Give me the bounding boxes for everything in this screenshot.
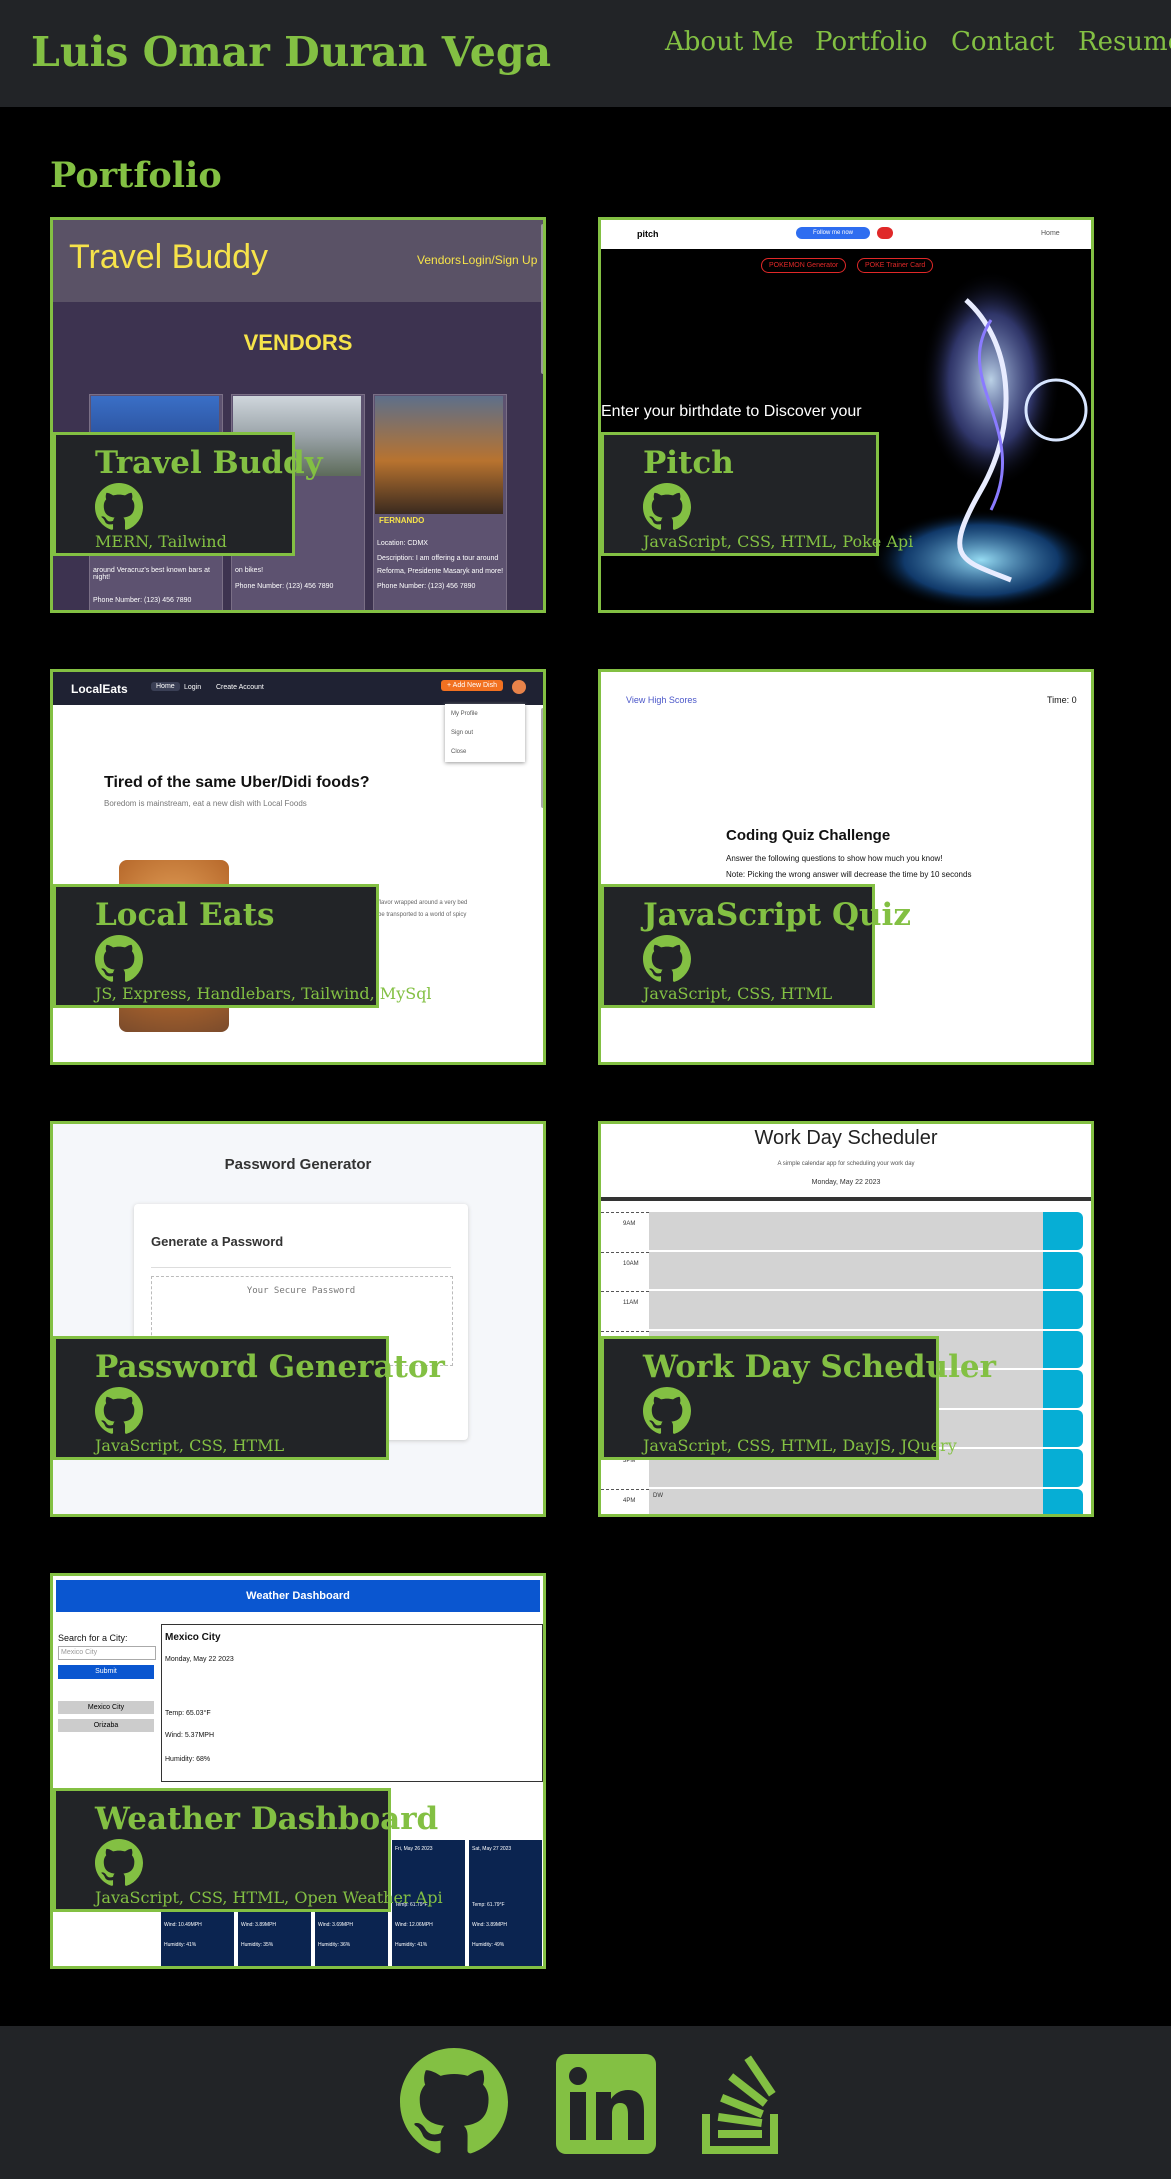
project-tech: JS, Express, Handlebars, Tailwind, MySql bbox=[95, 984, 432, 1003]
schedule-row: 11AM bbox=[601, 1291, 1091, 1329]
hour-textarea[interactable]: DW bbox=[649, 1488, 1043, 1514]
project-tech: JavaScript, CSS, HTML, DayJS, JQuery bbox=[643, 1436, 957, 1455]
project-title: Local Eats bbox=[95, 897, 275, 933]
github-icon[interactable] bbox=[400, 2048, 508, 2156]
project-card-javascript-quiz[interactable]: View High Scores Time: 0 Coding Quiz Cha… bbox=[598, 669, 1094, 1065]
project-title: JavaScript Quiz bbox=[643, 897, 911, 933]
project-title: Weather Dashboard bbox=[95, 1801, 439, 1837]
project-card-pitch[interactable]: pitch Follow me now Home POKEMON Generat… bbox=[598, 217, 1094, 613]
save-button[interactable] bbox=[1043, 1291, 1083, 1329]
project-overlay: Work Day Scheduler JavaScript, CSS, HTML… bbox=[601, 1336, 996, 1460]
project-overlay: Pitch JavaScript, CSS, HTML, Poke Api bbox=[601, 432, 914, 556]
github-icon[interactable] bbox=[95, 483, 143, 531]
forecast-wind: Wind: 10.49MPH bbox=[164, 1922, 202, 1928]
stackoverflow-icon[interactable] bbox=[700, 2054, 788, 2154]
github-icon[interactable] bbox=[643, 483, 691, 531]
project-card-password-generator[interactable]: Password Generator Generate a Password Y… bbox=[50, 1121, 546, 1517]
save-button[interactable] bbox=[1043, 1212, 1083, 1250]
forecast-temp: Temp: 61.79°F bbox=[472, 1902, 505, 1908]
hour-label: 10AM bbox=[601, 1251, 649, 1290]
forecast-wind: Wind: 3.69MPH bbox=[318, 1922, 354, 1928]
save-button[interactable] bbox=[1043, 1409, 1083, 1447]
project-title: Password Generator bbox=[95, 1349, 445, 1385]
forecast-wind: Wind: 12.06MPH bbox=[395, 1922, 433, 1928]
github-icon[interactable] bbox=[643, 935, 691, 983]
project-tech: JavaScript, CSS, HTML, Open Weather Api bbox=[95, 1888, 443, 1907]
github-icon[interactable] bbox=[95, 1387, 143, 1435]
hour-textarea[interactable] bbox=[649, 1291, 1043, 1329]
forecast-date: Sat, May 27 2023 bbox=[472, 1846, 512, 1852]
project-overlay: JavaScript Quiz JavaScript, CSS, HTML bbox=[601, 884, 911, 1008]
section-title: Portfolio bbox=[50, 155, 222, 196]
forecast-humidity: Humidity: 41% bbox=[164, 1942, 197, 1948]
save-button[interactable] bbox=[1043, 1330, 1083, 1368]
project-overlay: Weather Dashboard JavaScript, CSS, HTML,… bbox=[53, 1788, 443, 1912]
site-footer bbox=[0, 2026, 1171, 2179]
project-title: Travel Buddy bbox=[95, 445, 323, 481]
schedule-row: 10AM bbox=[601, 1251, 1091, 1290]
github-icon[interactable] bbox=[95, 935, 143, 983]
forecast-humidity: Humidity: 36% bbox=[318, 1942, 351, 1948]
forecast-date: Fri, May 26 2023 bbox=[395, 1846, 433, 1852]
project-title: Work Day Scheduler bbox=[643, 1349, 996, 1385]
project-card-weather-dashboard[interactable]: Weather Dashboard Search for a City: Mex… bbox=[50, 1573, 546, 1969]
hour-textarea[interactable] bbox=[649, 1251, 1043, 1289]
hour-label: 9AM bbox=[601, 1212, 649, 1250]
project-card-travel-buddy[interactable]: Travel Buddy Vendors Login/Sign Up VENDO… bbox=[50, 217, 546, 613]
forecast-wind: Wind: 3.89MPH bbox=[241, 1922, 277, 1928]
linkedin-icon[interactable] bbox=[556, 2054, 656, 2154]
site-title[interactable]: Luis Omar Duran Vega bbox=[31, 28, 551, 76]
github-icon[interactable] bbox=[643, 1387, 691, 1435]
project-tech: JavaScript, CSS, HTML bbox=[643, 984, 833, 1003]
nav-about-me[interactable]: About Me bbox=[665, 27, 794, 57]
forecast-humidity: Humidity: 35% bbox=[241, 1942, 274, 1948]
save-button[interactable] bbox=[1043, 1488, 1083, 1514]
project-tech: JavaScript, CSS, HTML, Poke Api bbox=[643, 532, 914, 551]
project-overlay: Local Eats JS, Express, Handlebars, Tail… bbox=[53, 884, 432, 1008]
hour-label: 4PM bbox=[601, 1488, 649, 1515]
project-card-local-eats[interactable]: LocalEats Home Login Create Account + Ad… bbox=[50, 669, 546, 1065]
site-header: Luis Omar Duran Vega About Me Portfolio … bbox=[0, 0, 1171, 107]
project-tech: JavaScript, CSS, HTML bbox=[95, 1436, 285, 1455]
hour-textarea[interactable] bbox=[649, 1212, 1043, 1250]
project-tech: MERN, Tailwind bbox=[95, 532, 227, 551]
save-button[interactable] bbox=[1043, 1449, 1083, 1487]
save-button[interactable] bbox=[1043, 1251, 1083, 1289]
forecast-humidity: Humidity: 49% bbox=[472, 1942, 505, 1948]
nav-portfolio[interactable]: Portfolio bbox=[815, 27, 928, 57]
nav-resume[interactable]: Resume bbox=[1078, 27, 1171, 57]
forecast-wind: Wind: 3.89MPH bbox=[472, 1922, 508, 1928]
project-overlay: Travel Buddy MERN, Tailwind bbox=[53, 432, 323, 556]
project-card-work-day-scheduler[interactable]: Work Day Scheduler A simple calendar app… bbox=[598, 1121, 1094, 1517]
project-overlay: Password Generator JavaScript, CSS, HTML bbox=[53, 1336, 445, 1460]
github-icon[interactable] bbox=[95, 1839, 143, 1887]
schedule-row: 4PM DW bbox=[601, 1488, 1091, 1515]
nav-contact[interactable]: Contact bbox=[951, 27, 1054, 57]
forecast-humidity: Humidity: 41% bbox=[395, 1942, 428, 1948]
project-title: Pitch bbox=[643, 445, 734, 481]
save-button[interactable] bbox=[1043, 1370, 1083, 1408]
schedule-row: 9AM bbox=[601, 1212, 1091, 1250]
hour-label: 11AM bbox=[601, 1291, 649, 1329]
